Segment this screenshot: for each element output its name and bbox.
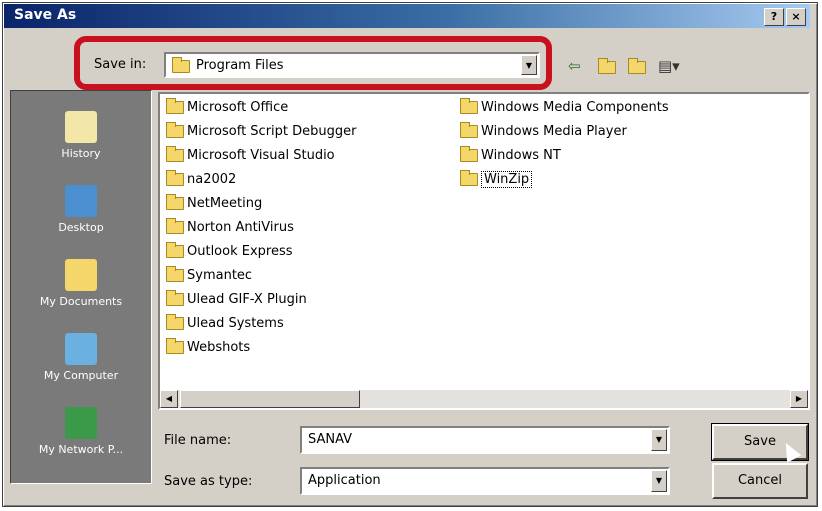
list-item[interactable]: Microsoft Visual Studio bbox=[166, 146, 335, 168]
save-in-highlight bbox=[74, 36, 552, 90]
list-item[interactable]: na2002 bbox=[166, 170, 236, 192]
list-item[interactable]: Windows Media Components bbox=[460, 98, 669, 120]
horizontal-scrollbar[interactable]: ◀ ▶ bbox=[160, 390, 808, 408]
place-label: History bbox=[61, 147, 101, 160]
list-item[interactable]: Webshots bbox=[166, 338, 250, 360]
list-item[interactable]: Symantec bbox=[166, 266, 252, 288]
folder-icon bbox=[460, 98, 478, 114]
place-my-documents[interactable]: My Documents bbox=[11, 259, 151, 308]
place-label: My Documents bbox=[39, 295, 123, 308]
file-list[interactable]: Microsoft Office Microsoft Script Debugg… bbox=[158, 92, 810, 410]
cancel-button[interactable]: Cancel bbox=[712, 463, 808, 499]
chevron-down-icon[interactable]: ▼ bbox=[651, 470, 667, 492]
folder-icon bbox=[166, 290, 184, 306]
place-my-computer[interactable]: My Computer bbox=[11, 333, 151, 382]
network-places-icon bbox=[65, 407, 97, 439]
list-item[interactable]: Outlook Express bbox=[166, 242, 293, 264]
up-folder-icon[interactable] bbox=[598, 58, 616, 74]
save-as-type-label: Save as type: bbox=[164, 474, 253, 489]
folder-icon bbox=[460, 170, 478, 186]
list-item[interactable]: Microsoft Script Debugger bbox=[166, 122, 356, 144]
folder-icon bbox=[166, 146, 184, 162]
list-item-selected[interactable]: WinZip bbox=[460, 170, 533, 192]
place-network[interactable]: My Network P... bbox=[11, 407, 151, 456]
save-as-type-value: Application bbox=[308, 473, 381, 488]
save-as-type-select[interactable]: Application ▼ bbox=[300, 467, 670, 495]
scroll-thumb[interactable] bbox=[180, 390, 360, 408]
help-button[interactable]: ? bbox=[764, 8, 784, 26]
file-name-field[interactable]: SANAV ▼ bbox=[300, 426, 670, 454]
places-bar: History Desktop My Documents My Computer… bbox=[10, 90, 152, 484]
dialog-title: Save As bbox=[14, 7, 77, 23]
folder-icon bbox=[166, 314, 184, 330]
folder-icon bbox=[166, 170, 184, 186]
scroll-left-button[interactable]: ◀ bbox=[160, 390, 178, 408]
folder-icon bbox=[166, 194, 184, 210]
folder-icon bbox=[166, 266, 184, 282]
chevron-down-icon[interactable]: ▼ bbox=[651, 429, 667, 451]
folder-icon bbox=[166, 338, 184, 354]
folder-icon bbox=[166, 218, 184, 234]
folder-icon bbox=[166, 98, 184, 114]
list-item[interactable]: Ulead Systems bbox=[166, 314, 284, 336]
my-computer-icon bbox=[65, 333, 97, 365]
desktop-icon bbox=[65, 185, 97, 217]
list-item[interactable]: Norton AntiVirus bbox=[166, 218, 294, 240]
my-documents-icon bbox=[65, 259, 97, 291]
list-item[interactable]: Windows NT bbox=[460, 146, 561, 168]
folder-icon bbox=[166, 242, 184, 258]
folder-icon bbox=[460, 122, 478, 138]
folder-icon bbox=[460, 146, 478, 162]
place-label: My Network P... bbox=[38, 443, 124, 456]
list-item[interactable]: Ulead GIF-X Plugin bbox=[166, 290, 307, 312]
back-arrow-icon[interactable]: ⇦ bbox=[568, 57, 581, 75]
list-item[interactable]: Microsoft Office bbox=[166, 98, 288, 120]
title-bar: Save As ? × bbox=[4, 4, 810, 28]
close-button[interactable]: × bbox=[786, 8, 806, 26]
place-history[interactable]: History bbox=[11, 111, 151, 160]
file-name-value: SANAV bbox=[308, 432, 353, 447]
folder-icon bbox=[166, 122, 184, 138]
place-desktop[interactable]: Desktop bbox=[11, 185, 151, 234]
view-menu-icon[interactable]: ▤▾ bbox=[658, 57, 680, 75]
place-label: My Computer bbox=[43, 369, 119, 382]
file-name-label: File name: bbox=[164, 433, 232, 448]
scroll-right-button[interactable]: ▶ bbox=[790, 390, 808, 408]
history-icon bbox=[65, 111, 97, 143]
new-folder-icon[interactable] bbox=[628, 58, 646, 74]
place-label: Desktop bbox=[58, 221, 104, 234]
list-item[interactable]: Windows Media Player bbox=[460, 122, 627, 144]
list-item[interactable]: NetMeeting bbox=[166, 194, 262, 216]
